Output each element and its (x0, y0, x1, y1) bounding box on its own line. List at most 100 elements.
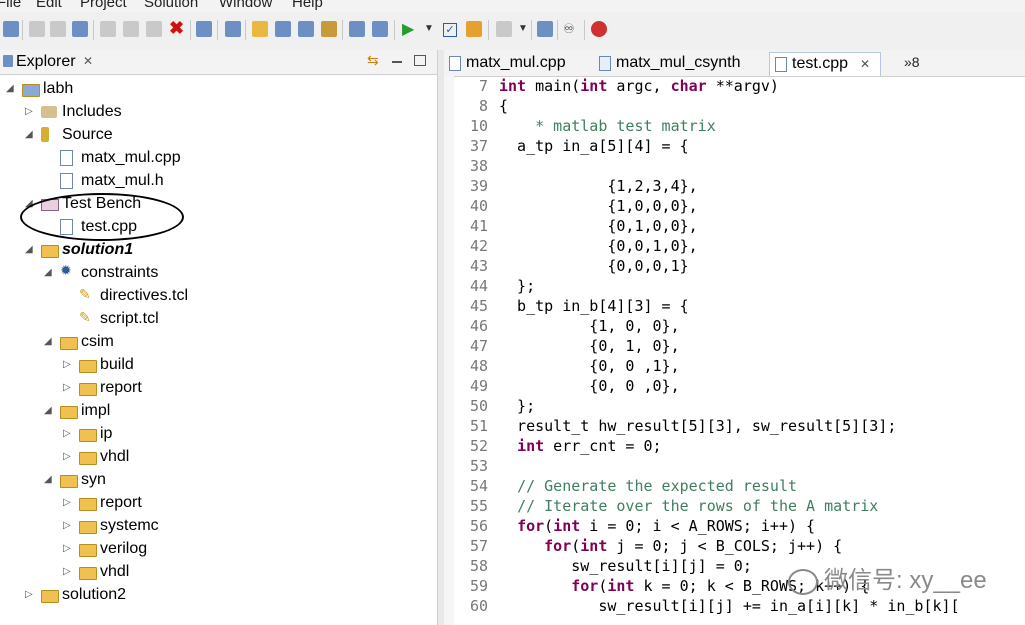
menu-project[interactable]: Project (80, 0, 127, 11)
tab-overflow-button[interactable]: »8 (904, 54, 920, 70)
tree-item-label: csim (81, 333, 114, 350)
console-icon[interactable] (349, 21, 365, 37)
collapsed-arrow-icon[interactable]: ▷ (25, 589, 33, 600)
run-dropdown-icon[interactable]: ▼ (424, 23, 440, 39)
project-settings-icon[interactable] (225, 21, 241, 37)
folder-icon (79, 498, 97, 511)
collapsed-arrow-icon[interactable]: ▷ (63, 497, 71, 508)
checkbox-icon[interactable]: ✓ (443, 23, 457, 37)
run-icon[interactable]: ▶ (402, 19, 418, 38)
menu-edit[interactable]: Edit (36, 0, 62, 11)
explorer-title[interactable]: Explorer (16, 53, 76, 71)
menu-help[interactable]: Help (292, 0, 323, 11)
delete-icon[interactable]: ✖ (169, 18, 185, 38)
tab-test-cpp[interactable]: test.cpp ✕ (769, 52, 881, 76)
help-icon[interactable] (591, 21, 607, 37)
tree-item-label: systemc (100, 517, 159, 534)
folder-icon (79, 521, 97, 534)
code-line: 55 // Iterate over the rows of the A mat… (444, 497, 1025, 517)
tree-item-label: build (100, 356, 134, 373)
line-number: 7 (478, 77, 488, 95)
code-text: int main(int argc, char **argv) (499, 77, 779, 95)
toolbar-separator (557, 20, 558, 40)
window-icon[interactable] (372, 21, 388, 37)
watermark: 微信号: xy__ee (788, 560, 987, 595)
project-tree: ◢ labh ▷ Includes ◢ Source matx_mul.cpp matx_mu… (0, 78, 437, 625)
line-number: 59 (469, 577, 488, 595)
line-number: 39 (469, 177, 488, 195)
cpp-file-icon (449, 56, 461, 71)
expanded-arrow-icon[interactable]: ◢ (6, 83, 14, 94)
code-text: for(int i = 0; i < A_ROWS; i++) { (517, 517, 816, 535)
menu-file[interactable]: File (0, 0, 21, 11)
solution-settings-icon[interactable] (275, 21, 291, 37)
expanded-arrow-icon[interactable]: ◢ (25, 244, 33, 255)
new-project-icon[interactable] (3, 21, 19, 37)
print-icon[interactable] (196, 21, 212, 37)
directives-icon[interactable] (298, 21, 314, 37)
tab-matx-mul-cpp[interactable]: matx_mul.cpp (444, 52, 589, 75)
new-solution-icon[interactable] (252, 21, 268, 37)
annotation-ellipse (20, 193, 184, 241)
collapsed-arrow-icon[interactable]: ▷ (63, 520, 71, 531)
collapsed-arrow-icon[interactable]: ▷ (63, 428, 71, 439)
paste-icon[interactable] (146, 21, 162, 37)
tab-label: test.cpp (792, 55, 849, 72)
expanded-arrow-icon[interactable]: ◢ (44, 405, 52, 416)
expanded-arrow-icon[interactable]: ◢ (44, 474, 52, 485)
compare-icon[interactable] (537, 21, 553, 37)
glasses-icon[interactable]: ♾ (563, 21, 579, 37)
menu-solution[interactable]: Solution (144, 0, 198, 11)
folder-icon (60, 475, 78, 488)
code-text: {0,1,0,0}, (499, 217, 698, 235)
tcl-file-icon: ✎ (79, 309, 91, 325)
toolbar-separator (342, 20, 343, 40)
tree-item-label: verilog (100, 540, 148, 557)
synthesis-icon[interactable] (321, 21, 337, 37)
collapsed-arrow-icon[interactable]: ▷ (63, 566, 71, 577)
toolbar-separator (531, 20, 532, 40)
gear-icon: ✹ (60, 262, 72, 278)
code-area[interactable]: 7 int main(int argc, char **argv) 8{10 * m… (444, 77, 1025, 625)
expanded-arrow-icon[interactable]: ◢ (44, 336, 52, 347)
code-line: 60 sw_result[i][j] += in_a[i][k] * in_b[… (444, 597, 1025, 617)
collapsed-arrow-icon[interactable]: ▷ (63, 451, 71, 462)
tree-item-label: ip (100, 425, 113, 442)
folder-icon (79, 360, 97, 373)
report-icon[interactable] (496, 21, 512, 37)
minimize-icon[interactable] (392, 61, 402, 63)
save-icon[interactable] (29, 21, 45, 37)
line-number: 43 (469, 257, 488, 275)
maximize-icon[interactable] (414, 55, 426, 66)
collapsed-arrow-icon[interactable]: ▷ (63, 543, 71, 554)
collapsed-arrow-icon[interactable]: ▷ (63, 359, 71, 370)
menu-window[interactable]: Window (219, 0, 272, 11)
code-line: 10 * matlab test matrix (444, 117, 1025, 137)
cpp-file-icon (60, 150, 73, 166)
tcl-file-icon: ✎ (79, 286, 91, 302)
tree-item-label: solution1 (62, 241, 134, 258)
toolbar-separator (22, 20, 23, 40)
close-icon[interactable]: ✕ (83, 54, 93, 68)
save-as-icon[interactable] (72, 21, 88, 37)
tree-item-label: directives.tcl (100, 287, 189, 304)
cut-icon[interactable] (100, 21, 116, 37)
h-file-icon (60, 173, 73, 189)
link-editor-icon[interactable]: ⇆ (367, 52, 379, 69)
grid-icon[interactable] (466, 21, 482, 37)
code-line: 41 {0,1,0,0}, (444, 217, 1025, 237)
expanded-arrow-icon[interactable]: ◢ (44, 267, 52, 278)
collapsed-arrow-icon[interactable]: ▷ (25, 106, 33, 117)
line-number: 56 (469, 517, 488, 535)
save-all-icon[interactable] (50, 21, 66, 37)
collapsed-arrow-icon[interactable]: ▷ (63, 382, 71, 393)
toolbar-separator (93, 20, 94, 40)
code-text: {1,2,3,4}, (499, 177, 698, 195)
tree-item-label: matx_mul.cpp (81, 149, 181, 166)
close-icon[interactable]: ✕ (860, 57, 870, 71)
tab-matx-mul-csynth[interactable]: matx_mul_csynth (594, 52, 764, 75)
code-line: 42 {0,0,1,0}, (444, 237, 1025, 257)
report-file-icon (599, 56, 611, 71)
copy-icon[interactable] (123, 21, 139, 37)
expanded-arrow-icon[interactable]: ◢ (25, 129, 33, 140)
